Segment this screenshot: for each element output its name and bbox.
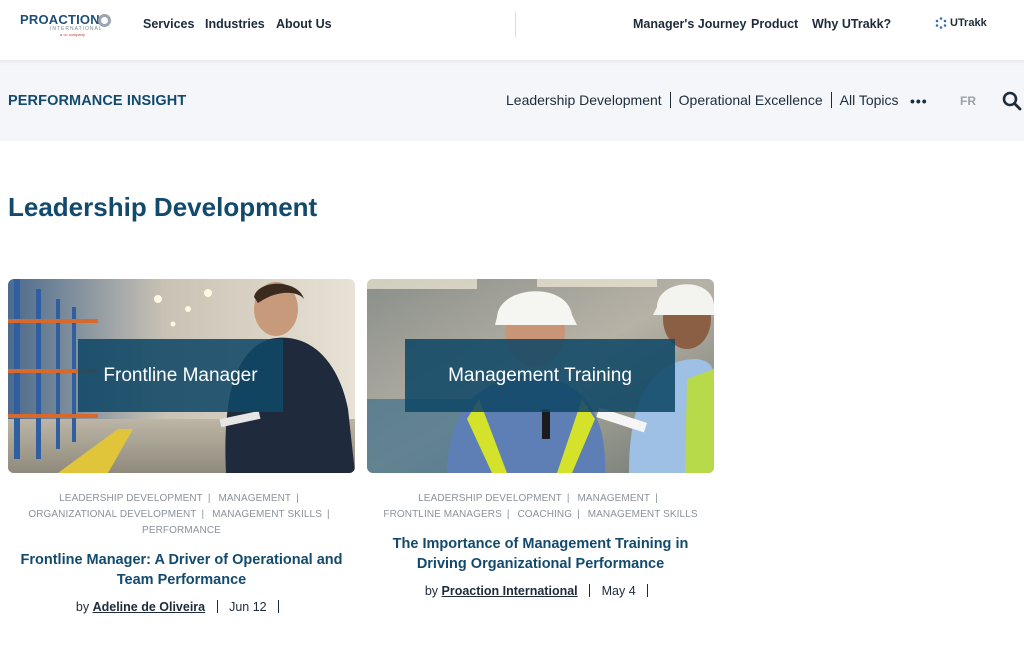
article-card[interactable]: Management Training LEADERSHIP DEVELOPME… <box>367 279 714 598</box>
topic-leadership-development[interactable]: Leadership Development <box>506 92 662 108</box>
utrakk-icon <box>935 17 947 29</box>
meta-separator <box>589 584 591 597</box>
nav-divider <box>515 12 516 37</box>
tag-link[interactable]: ORGANIZATIONAL DEVELOPMENT <box>28 509 196 520</box>
byline-prefix: by <box>424 584 439 598</box>
topic-separator <box>669 92 671 108</box>
utrakk-label: UTrakk <box>950 17 987 29</box>
author-link[interactable]: Adeline de Oliveira <box>93 600 206 614</box>
tag-link[interactable]: MANAGEMENT <box>577 493 650 504</box>
article-meta: by Adeline de Oliveira Jun 12 <box>8 600 355 614</box>
article-meta: by Proaction International May 4 <box>367 584 714 598</box>
article-tags: LEADERSHIP DEVELOPMENT | MANAGEMENT | FRON… <box>383 493 698 520</box>
meta-separator <box>647 584 649 597</box>
nav-services[interactable]: Services <box>143 17 194 31</box>
article-image-workers[interactable]: Management Training <box>367 279 714 473</box>
proaction-logo[interactable]: PROACTION INTERNATIONAL a ••• company <box>20 12 116 38</box>
logo-text: PROACTION <box>20 12 100 27</box>
nav-product[interactable]: Product <box>751 17 798 31</box>
article-date: May 4 <box>601 584 636 598</box>
article-category-overlay: Management Training <box>405 339 675 412</box>
article-date: Jun 12 <box>229 600 267 614</box>
tag-link[interactable]: MANAGEMENT <box>218 493 291 504</box>
language-switch-fr[interactable]: FR <box>960 94 976 108</box>
author-link[interactable]: Proaction International <box>442 584 578 598</box>
tag-link[interactable]: FRONTLINE MANAGERS <box>383 509 501 520</box>
nav-industries[interactable]: Industries <box>205 17 265 31</box>
utrakk-link[interactable]: UTrakk <box>935 17 987 29</box>
topic-all-topics[interactable]: All Topics <box>840 92 899 108</box>
topic-operational-excellence[interactable]: Operational Excellence <box>679 92 823 108</box>
more-topics-button[interactable]: ••• <box>910 93 928 109</box>
tag-link[interactable]: LEADERSHIP DEVELOPMENT <box>418 493 562 504</box>
tag-link[interactable]: COACHING <box>517 509 572 520</box>
nav-why-utrakk[interactable]: Why UTrakk? <box>812 17 891 31</box>
page-title: Leadership Development <box>8 192 318 222</box>
tag-link[interactable]: MANAGEMENT SKILLS <box>212 509 322 520</box>
tag-link[interactable]: MANAGEMENT SKILLS <box>588 509 698 520</box>
tag-link[interactable]: LEADERSHIP DEVELOPMENT <box>59 493 203 504</box>
search-icon[interactable] <box>1002 91 1022 111</box>
meta-separator <box>216 600 218 613</box>
performance-insight-title[interactable]: PERFORMANCE INSIGHT <box>8 93 186 109</box>
nav-about-us[interactable]: About Us <box>276 17 332 31</box>
logo-tagline: a ••• company <box>60 32 85 37</box>
top-navigation: PROACTION INTERNATIONAL a ••• company Se… <box>0 0 1024 60</box>
article-title[interactable]: The Importance of Management Training in… <box>367 535 714 574</box>
tag-link[interactable]: PERFORMANCE <box>142 525 221 536</box>
meta-separator <box>278 600 280 613</box>
article-image-warehouse[interactable]: Frontline Manager <box>8 279 355 473</box>
topic-separator <box>830 92 832 108</box>
article-category-overlay: Frontline Manager <box>78 339 283 412</box>
nav-managers-journey[interactable]: Manager's Journey <box>633 17 746 31</box>
topic-nav: Leadership Development Operational Excel… <box>506 92 899 108</box>
article-title[interactable]: Frontline Manager: A Driver of Operation… <box>8 551 355 590</box>
performance-insight-bar: PERFORMANCE INSIGHT Leadership Developme… <box>0 60 1024 141</box>
byline-prefix: by <box>75 600 90 614</box>
article-card[interactable]: Frontline Manager LEADERSHIP DEVELOPMENT… <box>8 279 355 614</box>
article-tags: LEADERSHIP DEVELOPMENT | MANAGEMENT | ORGA… <box>28 493 330 536</box>
